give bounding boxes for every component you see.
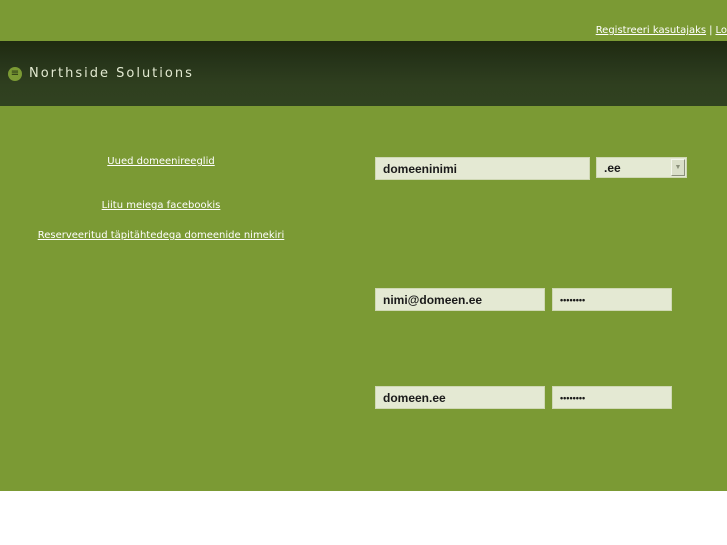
- register-link[interactable]: Registreeri kasutajaks: [596, 25, 706, 36]
- tld-select[interactable]: .ee ▼: [596, 157, 687, 178]
- brand-name: Northside Solutions: [29, 66, 194, 81]
- chevron-down-icon[interactable]: ▼: [671, 159, 685, 176]
- logo-icon: ≡: [8, 67, 22, 81]
- domain-name-input[interactable]: [375, 157, 590, 180]
- domain-password-input[interactable]: [552, 386, 672, 409]
- site-header: ≡ Northside Solutions: [0, 41, 727, 106]
- login-link[interactable]: Lo: [715, 25, 727, 36]
- facebook-join-link[interactable]: Liitu meiega facebookis: [102, 200, 221, 211]
- reserved-domains-link[interactable]: Reserveeritud täpitähtedega domeenide ni…: [38, 230, 285, 241]
- top-links-separator: |: [709, 25, 713, 36]
- email-input[interactable]: [375, 288, 545, 311]
- domain-login-input[interactable]: [375, 386, 545, 409]
- email-password-input[interactable]: [552, 288, 672, 311]
- top-links: Registreeri kasutajaks | Lo: [596, 25, 727, 39]
- new-domain-rules-link[interactable]: Uued domeenireeglid: [107, 156, 214, 167]
- tld-selected-value: .ee: [604, 161, 621, 175]
- page-background: Registreeri kasutajaks | Lo ≡ Northside So…: [0, 0, 727, 491]
